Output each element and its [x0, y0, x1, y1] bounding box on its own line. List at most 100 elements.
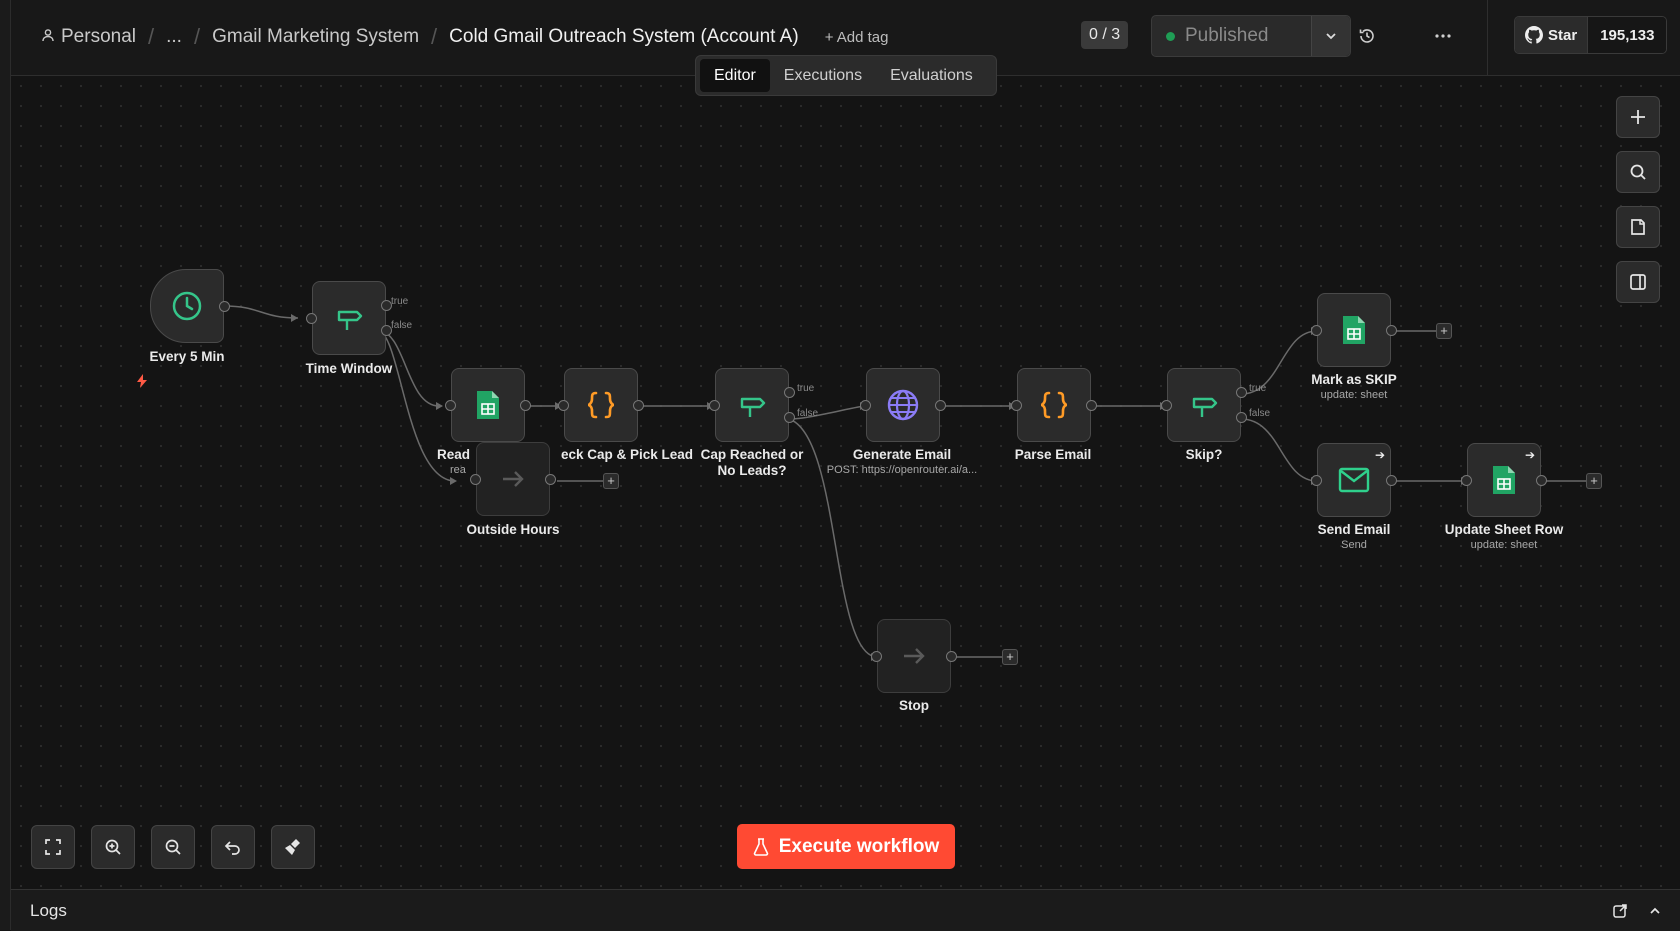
- action-arrow-icon: ➔: [1374, 448, 1385, 462]
- github-star-widget[interactable]: Star 195,133: [1514, 16, 1668, 54]
- execute-workflow-button[interactable]: Execute workflow: [737, 824, 955, 869]
- workflow-canvas[interactable]: Every 5 Min true false Time Window Read …: [11, 76, 1680, 889]
- tab-evaluations[interactable]: Evaluations: [876, 59, 987, 92]
- breadcrumb-ellipsis[interactable]: ...: [166, 26, 182, 48]
- published-button[interactable]: Published: [1152, 16, 1311, 56]
- more-horizontal-icon[interactable]: [1431, 24, 1455, 48]
- github-star-label: Star: [1548, 26, 1578, 44]
- branch-label-true: true: [391, 296, 409, 307]
- output-port-true[interactable]: [784, 387, 795, 398]
- input-port[interactable]: [1311, 325, 1322, 336]
- zoom-out-icon: [165, 839, 181, 855]
- node-every-5-min[interactable]: [150, 269, 230, 343]
- node-cap-reached[interactable]: [709, 368, 795, 442]
- breadcrumb-separator: /: [193, 24, 201, 49]
- node-label: Outside Hours: [466, 522, 560, 537]
- branch-label-false: false: [1249, 408, 1271, 419]
- node-read-leads[interactable]: [445, 368, 531, 442]
- arrow-right-icon: [503, 471, 524, 487]
- github-star-button[interactable]: Star: [1515, 17, 1588, 53]
- header-divider: [1487, 0, 1488, 75]
- node-label: Read: [437, 447, 471, 462]
- node-update-sheet-row[interactable]: ➔: [1461, 443, 1547, 517]
- output-port[interactable]: [1386, 325, 1397, 336]
- input-port[interactable]: [1011, 400, 1022, 411]
- zoom-in-button[interactable]: [91, 825, 135, 869]
- google-sheets-icon: [1493, 466, 1515, 494]
- tab-editor[interactable]: Editor: [700, 59, 770, 92]
- fit-view-icon: [45, 839, 61, 855]
- code-braces-icon: [1040, 391, 1068, 419]
- node-label: eck Cap & Pick Lead: [560, 447, 693, 462]
- toggle-panel-button[interactable]: [1616, 261, 1660, 303]
- add-node-tool-button[interactable]: [1616, 96, 1660, 138]
- node-send-email[interactable]: ➔: [1311, 443, 1397, 517]
- node-subtitle: update: sheet: [1320, 389, 1388, 401]
- output-port[interactable]: [219, 301, 230, 312]
- undo-button[interactable]: [211, 825, 255, 869]
- input-port[interactable]: [709, 400, 720, 411]
- google-sheets-icon: [1343, 316, 1365, 344]
- tab-executions[interactable]: Executions: [770, 59, 876, 92]
- output-port[interactable]: [520, 400, 531, 411]
- node-stop[interactable]: [871, 619, 957, 693]
- branch-label-true: true: [797, 383, 815, 394]
- node-generate-email[interactable]: [860, 368, 946, 442]
- input-port[interactable]: [306, 313, 317, 324]
- zoom-in-icon: [105, 839, 121, 855]
- node-check-cap-pick-lead[interactable]: [558, 368, 644, 442]
- output-port-true[interactable]: [1236, 387, 1247, 398]
- node-parse-email[interactable]: [1011, 368, 1097, 442]
- node-label: Stop: [899, 698, 929, 713]
- input-port[interactable]: [1461, 475, 1472, 486]
- input-port[interactable]: [1161, 400, 1172, 411]
- input-port[interactable]: [1311, 475, 1322, 486]
- code-braces-icon: [587, 391, 615, 419]
- add-sticky-note-button[interactable]: [1616, 206, 1660, 248]
- input-port[interactable]: [860, 400, 871, 411]
- output-port[interactable]: [633, 400, 644, 411]
- history-icon[interactable]: [1355, 24, 1379, 48]
- search-nodes-button[interactable]: [1616, 151, 1660, 193]
- tidy-up-button[interactable]: [271, 825, 315, 869]
- arrow-right-icon: [904, 648, 925, 664]
- popout-icon[interactable]: [1611, 902, 1629, 920]
- output-port[interactable]: [1536, 475, 1547, 486]
- node-label: Skip?: [1185, 447, 1223, 462]
- output-port[interactable]: [935, 400, 946, 411]
- input-port[interactable]: [871, 651, 882, 662]
- node-subtitle: update: sheet: [1470, 539, 1538, 551]
- breadcrumb-project[interactable]: Gmail Marketing System: [212, 26, 419, 48]
- action-arrow-icon: ➔: [1524, 448, 1535, 462]
- node-label: Cap Reached or No Leads?: [700, 447, 804, 478]
- publish-dropdown-button[interactable]: [1311, 16, 1350, 56]
- add-tag-button[interactable]: + Add tag: [825, 29, 889, 46]
- output-port-false[interactable]: [784, 412, 795, 423]
- input-port[interactable]: [445, 400, 456, 411]
- fit-view-button[interactable]: [31, 825, 75, 869]
- workflow-name[interactable]: Cold Gmail Outreach System (Account A): [449, 26, 799, 48]
- logs-panel[interactable]: Logs: [11, 889, 1680, 931]
- google-sheets-icon: [477, 391, 499, 419]
- breadcrumb-personal[interactable]: Personal: [61, 26, 136, 48]
- node-mark-as-skip[interactable]: [1311, 293, 1397, 367]
- output-port-false[interactable]: [1236, 412, 1247, 423]
- add-node-button[interactable]: +: [1002, 649, 1018, 665]
- published-status-dot: [1166, 31, 1175, 41]
- add-node-button[interactable]: +: [603, 473, 619, 489]
- output-port[interactable]: [946, 651, 957, 662]
- breadcrumb: Personal / ... / Gmail Marketing System …: [41, 24, 889, 50]
- output-port[interactable]: [545, 474, 556, 485]
- add-node-button[interactable]: +: [1586, 473, 1602, 489]
- output-port[interactable]: [1386, 475, 1397, 486]
- output-port[interactable]: [1086, 400, 1097, 411]
- input-port[interactable]: [558, 400, 569, 411]
- input-port[interactable]: [470, 474, 481, 485]
- chevron-up-icon[interactable]: [1646, 902, 1664, 920]
- node-skip[interactable]: [1161, 368, 1247, 442]
- add-node-button[interactable]: +: [1436, 323, 1452, 339]
- node-time-window[interactable]: [306, 281, 392, 355]
- user-icon: [41, 26, 55, 48]
- zoom-out-button[interactable]: [151, 825, 195, 869]
- node-label: Mark as SKIP: [1311, 372, 1397, 387]
